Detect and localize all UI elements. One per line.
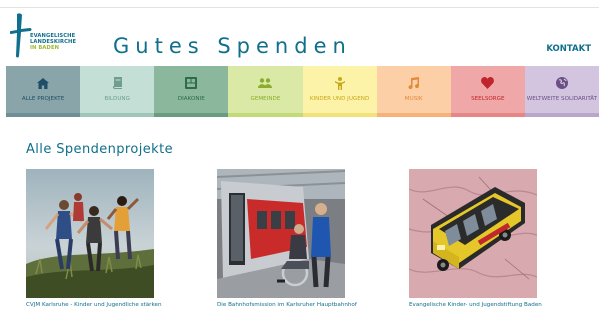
- project-image-jugendstiftung[interactable]: [409, 169, 537, 298]
- nav-item-bildung[interactable]: BILDUNG: [80, 66, 155, 117]
- nav-item-label: ALLE PROJEKTE: [21, 96, 65, 102]
- logo-line: IN BADEN: [30, 45, 60, 51]
- project-caption[interactable]: Die Bahnhofsmission im Karlsruher Hauptb…: [217, 302, 357, 308]
- nav-item-underline: [450, 113, 525, 117]
- project-caption[interactable]: Evangelische Kinder- und Jugendstiftung …: [409, 302, 542, 308]
- nav-item-seelsorge[interactable]: SEELSORGE: [450, 66, 525, 117]
- nav-item-musik[interactable]: MUSIK: [376, 66, 451, 117]
- top-border: [0, 0, 599, 8]
- nav-item-label: MUSIK: [404, 96, 423, 102]
- nav-item-underline: [80, 113, 155, 117]
- nav-item-weltweite-solidaritaet[interactable]: WELTWEITE SOLIDARITÄT: [524, 66, 599, 117]
- logo-text: EVANGELISCHE LANDESKIRCHE IN BADEN: [30, 33, 76, 51]
- project-card[interactable]: Die Bahnhofsmission im Karlsruher Hauptb…: [217, 169, 357, 308]
- child-icon: [334, 76, 345, 90]
- nav-item-label: GEMEINDE: [250, 96, 281, 102]
- nav-item-underline: [228, 113, 303, 117]
- logo[interactable]: EVANGELISCHE LANDESKIRCHE IN BADEN: [10, 12, 90, 60]
- nav-item-underline: [154, 113, 229, 117]
- people-icon: [258, 76, 273, 90]
- nav-item-alle-projekte[interactable]: ALLE PROJEKTE: [6, 66, 81, 117]
- project-image-bahnhofsmission[interactable]: [217, 169, 345, 298]
- section-title: Alle Spendenprojekte: [26, 142, 173, 157]
- project-card[interactable]: CVJM Karlsruhe - Kinder und Jugendliche …: [26, 169, 162, 308]
- nav-item-diakonie[interactable]: DIAKONIE: [154, 66, 229, 117]
- music-icon: [408, 76, 420, 90]
- book-icon: [112, 76, 123, 90]
- contact-link[interactable]: KONTAKT: [546, 44, 591, 54]
- nav-item-underline: [524, 113, 599, 117]
- nav-item-gemeinde[interactable]: GEMEINDE: [228, 66, 303, 117]
- nav-item-label: KINDER UND JUGEND: [309, 96, 370, 102]
- nav-item-label: BILDUNG: [104, 96, 130, 102]
- category-nav: ALLE PROJEKTE BILDUNG DIAKONIE GEMEINDE …: [6, 66, 599, 117]
- nav-item-label: DIAKONIE: [177, 96, 205, 102]
- project-card[interactable]: Evangelische Kinder- und Jugendstiftung …: [409, 169, 542, 308]
- project-caption[interactable]: CVJM Karlsruhe - Kinder und Jugendliche …: [26, 302, 162, 308]
- home-icon: [37, 76, 50, 90]
- heart-icon: [481, 76, 495, 90]
- nav-item-underline: [302, 113, 377, 117]
- nav-item-underline: [376, 113, 451, 117]
- site-title: Gutes Spenden: [113, 34, 352, 58]
- nav-item-kinder-und-jugend[interactable]: KINDER UND JUGEND: [302, 66, 377, 117]
- diakonie-icon: [185, 76, 198, 90]
- nav-item-underline: [6, 113, 81, 117]
- nav-item-label: SEELSORGE: [471, 96, 505, 102]
- nav-item-label: WELTWEITE SOLIDARITÄT: [526, 96, 598, 102]
- globe-icon: [555, 76, 568, 90]
- project-image-cvjm[interactable]: [26, 169, 154, 298]
